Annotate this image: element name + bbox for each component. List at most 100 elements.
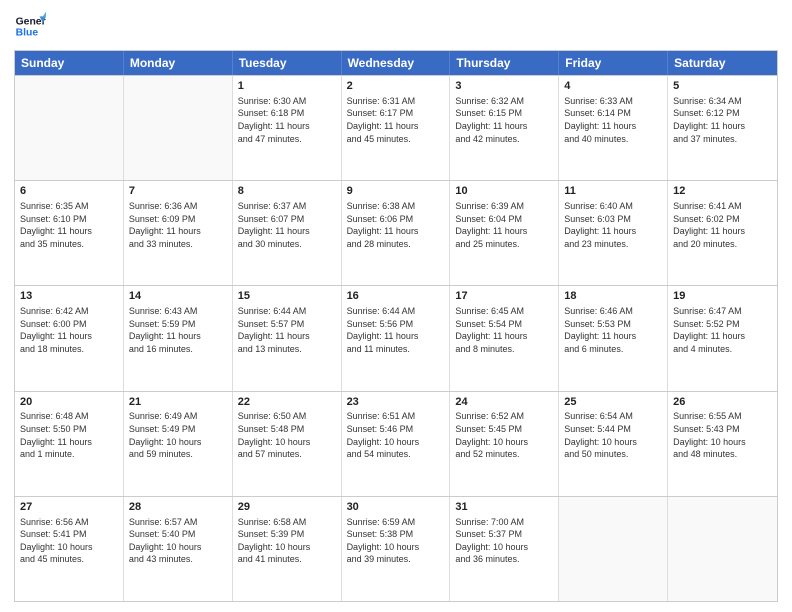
logo-icon: General Blue [14,10,46,42]
day-number: 11 [564,184,662,199]
day-number: 2 [347,79,445,94]
cal-cell: 13Sunrise: 6:42 AM Sunset: 6:00 PM Dayli… [15,286,124,390]
day-number: 30 [347,500,445,515]
day-info: Sunrise: 6:49 AM Sunset: 5:49 PM Dayligh… [129,410,227,460]
cal-cell [559,497,668,601]
day-info: Sunrise: 6:48 AM Sunset: 5:50 PM Dayligh… [20,410,118,460]
cal-cell: 28Sunrise: 6:57 AM Sunset: 5:40 PM Dayli… [124,497,233,601]
header-day-sunday: Sunday [15,51,124,75]
day-info: Sunrise: 6:59 AM Sunset: 5:38 PM Dayligh… [347,516,445,566]
week-row-2: 6Sunrise: 6:35 AM Sunset: 6:10 PM Daylig… [15,180,777,285]
cal-cell: 9Sunrise: 6:38 AM Sunset: 6:06 PM Daylig… [342,181,451,285]
day-info: Sunrise: 6:35 AM Sunset: 6:10 PM Dayligh… [20,200,118,250]
day-number: 22 [238,395,336,410]
day-info: Sunrise: 6:43 AM Sunset: 5:59 PM Dayligh… [129,305,227,355]
cal-cell: 21Sunrise: 6:49 AM Sunset: 5:49 PM Dayli… [124,392,233,496]
cal-cell: 26Sunrise: 6:55 AM Sunset: 5:43 PM Dayli… [668,392,777,496]
cal-cell: 30Sunrise: 6:59 AM Sunset: 5:38 PM Dayli… [342,497,451,601]
week-row-4: 20Sunrise: 6:48 AM Sunset: 5:50 PM Dayli… [15,391,777,496]
day-number: 28 [129,500,227,515]
day-info: Sunrise: 6:46 AM Sunset: 5:53 PM Dayligh… [564,305,662,355]
day-number: 13 [20,289,118,304]
day-number: 6 [20,184,118,199]
day-number: 16 [347,289,445,304]
cal-cell: 2Sunrise: 6:31 AM Sunset: 6:17 PM Daylig… [342,76,451,180]
cal-cell: 16Sunrise: 6:44 AM Sunset: 5:56 PM Dayli… [342,286,451,390]
cal-cell: 12Sunrise: 6:41 AM Sunset: 6:02 PM Dayli… [668,181,777,285]
cal-cell: 5Sunrise: 6:34 AM Sunset: 6:12 PM Daylig… [668,76,777,180]
header-day-monday: Monday [124,51,233,75]
day-number: 7 [129,184,227,199]
day-number: 14 [129,289,227,304]
day-info: Sunrise: 6:39 AM Sunset: 6:04 PM Dayligh… [455,200,553,250]
day-number: 27 [20,500,118,515]
day-info: Sunrise: 6:57 AM Sunset: 5:40 PM Dayligh… [129,516,227,566]
day-number: 4 [564,79,662,94]
day-number: 20 [20,395,118,410]
day-info: Sunrise: 6:41 AM Sunset: 6:02 PM Dayligh… [673,200,772,250]
header: General Blue [14,10,778,42]
cal-cell: 6Sunrise: 6:35 AM Sunset: 6:10 PM Daylig… [15,181,124,285]
cal-cell: 20Sunrise: 6:48 AM Sunset: 5:50 PM Dayli… [15,392,124,496]
day-info: Sunrise: 6:45 AM Sunset: 5:54 PM Dayligh… [455,305,553,355]
day-info: Sunrise: 6:52 AM Sunset: 5:45 PM Dayligh… [455,410,553,460]
cal-cell: 4Sunrise: 6:33 AM Sunset: 6:14 PM Daylig… [559,76,668,180]
cal-cell: 22Sunrise: 6:50 AM Sunset: 5:48 PM Dayli… [233,392,342,496]
day-info: Sunrise: 6:54 AM Sunset: 5:44 PM Dayligh… [564,410,662,460]
day-info: Sunrise: 6:42 AM Sunset: 6:00 PM Dayligh… [20,305,118,355]
day-number: 25 [564,395,662,410]
day-info: Sunrise: 6:37 AM Sunset: 6:07 PM Dayligh… [238,200,336,250]
day-info: Sunrise: 6:56 AM Sunset: 5:41 PM Dayligh… [20,516,118,566]
day-number: 23 [347,395,445,410]
svg-text:Blue: Blue [16,28,39,39]
day-info: Sunrise: 6:33 AM Sunset: 6:14 PM Dayligh… [564,95,662,145]
day-number: 18 [564,289,662,304]
cal-cell: 1Sunrise: 6:30 AM Sunset: 6:18 PM Daylig… [233,76,342,180]
header-day-tuesday: Tuesday [233,51,342,75]
cal-cell: 25Sunrise: 6:54 AM Sunset: 5:44 PM Dayli… [559,392,668,496]
day-number: 8 [238,184,336,199]
day-number: 24 [455,395,553,410]
day-info: Sunrise: 6:44 AM Sunset: 5:56 PM Dayligh… [347,305,445,355]
logo: General Blue [14,10,46,42]
cal-cell: 17Sunrise: 6:45 AM Sunset: 5:54 PM Dayli… [450,286,559,390]
week-row-1: 1Sunrise: 6:30 AM Sunset: 6:18 PM Daylig… [15,75,777,180]
page: General Blue SundayMondayTuesdayWednesda… [0,0,792,612]
calendar-header: SundayMondayTuesdayWednesdayThursdayFrid… [15,51,777,75]
header-day-wednesday: Wednesday [342,51,451,75]
day-info: Sunrise: 6:55 AM Sunset: 5:43 PM Dayligh… [673,410,772,460]
day-number: 10 [455,184,553,199]
cal-cell: 11Sunrise: 6:40 AM Sunset: 6:03 PM Dayli… [559,181,668,285]
cal-cell: 27Sunrise: 6:56 AM Sunset: 5:41 PM Dayli… [15,497,124,601]
cal-cell: 23Sunrise: 6:51 AM Sunset: 5:46 PM Dayli… [342,392,451,496]
day-info: Sunrise: 6:51 AM Sunset: 5:46 PM Dayligh… [347,410,445,460]
day-info: Sunrise: 7:00 AM Sunset: 5:37 PM Dayligh… [455,516,553,566]
day-number: 17 [455,289,553,304]
header-day-thursday: Thursday [450,51,559,75]
cal-cell: 8Sunrise: 6:37 AM Sunset: 6:07 PM Daylig… [233,181,342,285]
cal-cell: 24Sunrise: 6:52 AM Sunset: 5:45 PM Dayli… [450,392,559,496]
day-number: 15 [238,289,336,304]
day-info: Sunrise: 6:32 AM Sunset: 6:15 PM Dayligh… [455,95,553,145]
cal-cell: 31Sunrise: 7:00 AM Sunset: 5:37 PM Dayli… [450,497,559,601]
day-number: 29 [238,500,336,515]
calendar: SundayMondayTuesdayWednesdayThursdayFrid… [14,50,778,602]
day-number: 1 [238,79,336,94]
day-info: Sunrise: 6:47 AM Sunset: 5:52 PM Dayligh… [673,305,772,355]
day-number: 31 [455,500,553,515]
day-info: Sunrise: 6:40 AM Sunset: 6:03 PM Dayligh… [564,200,662,250]
cal-cell [668,497,777,601]
cal-cell: 7Sunrise: 6:36 AM Sunset: 6:09 PM Daylig… [124,181,233,285]
day-info: Sunrise: 6:50 AM Sunset: 5:48 PM Dayligh… [238,410,336,460]
day-number: 5 [673,79,772,94]
header-day-saturday: Saturday [668,51,777,75]
cal-cell [124,76,233,180]
day-number: 19 [673,289,772,304]
day-number: 3 [455,79,553,94]
cal-cell: 3Sunrise: 6:32 AM Sunset: 6:15 PM Daylig… [450,76,559,180]
day-number: 21 [129,395,227,410]
cal-cell: 18Sunrise: 6:46 AM Sunset: 5:53 PM Dayli… [559,286,668,390]
day-info: Sunrise: 6:31 AM Sunset: 6:17 PM Dayligh… [347,95,445,145]
cal-cell: 29Sunrise: 6:58 AM Sunset: 5:39 PM Dayli… [233,497,342,601]
cal-cell: 10Sunrise: 6:39 AM Sunset: 6:04 PM Dayli… [450,181,559,285]
